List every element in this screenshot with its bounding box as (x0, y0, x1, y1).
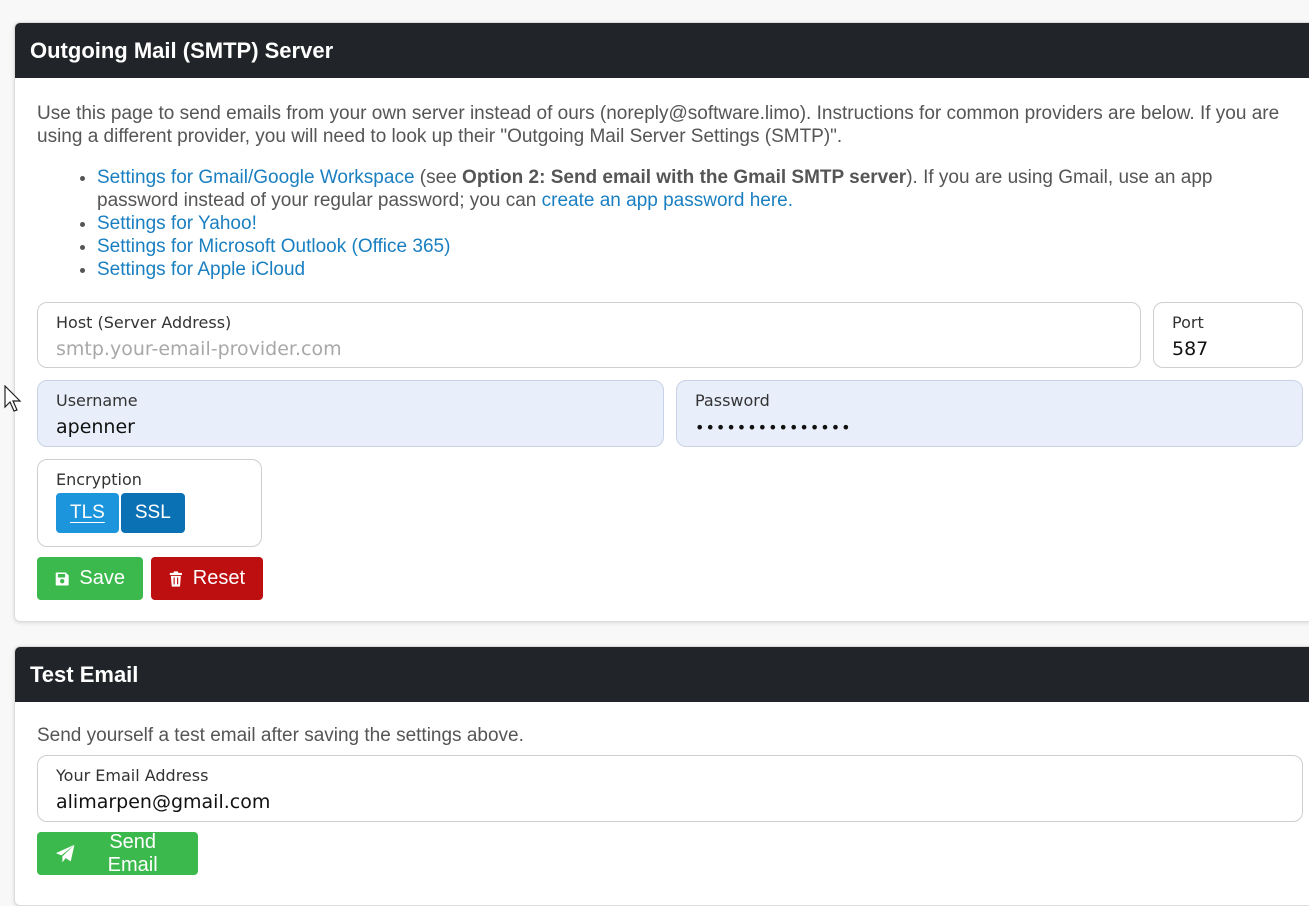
icloud-settings-link[interactable]: Settings for Apple iCloud (97, 259, 305, 280)
floppy-disk-icon (55, 572, 69, 585)
tls-option-button[interactable]: TLS (56, 493, 119, 533)
save-button[interactable]: Save (37, 557, 143, 600)
reset-button[interactable]: Reset (151, 557, 263, 600)
ssl-option-button[interactable]: SSL (120, 493, 185, 533)
test-card-title: Test Email (15, 647, 1309, 702)
smtp-card-body: Use this page to send emails from your o… (15, 78, 1309, 281)
test-email-label: Your Email Address (56, 766, 209, 785)
username-field[interactable]: Username (37, 380, 664, 447)
encryption-field: Encryption TLS SSL (37, 459, 262, 547)
trash-icon (169, 570, 182, 587)
list-item: Settings for Apple iCloud (97, 258, 1257, 281)
gmail-settings-link[interactable]: Settings for Gmail/Google Workspace (97, 167, 415, 188)
send-email-button[interactable]: Send Email (37, 830, 198, 876)
host-field[interactable]: Host (Server Address) (37, 302, 1141, 368)
password-label: Password (695, 391, 770, 410)
host-input[interactable] (56, 337, 1122, 361)
test-card-body: Send yourself a test email after saving … (15, 702, 1309, 747)
gmail-see-text: (see (414, 167, 463, 188)
port-input[interactable] (1172, 337, 1284, 361)
port-label: Port (1172, 313, 1204, 332)
smtp-intro-text: Use this page to send emails from your o… (37, 103, 1280, 147)
test-email-card: Test Email Send yourself a test email af… (14, 646, 1309, 906)
provider-links-list: Settings for Gmail/Google Workspace (see… (37, 166, 1257, 281)
test-email-field[interactable]: Your Email Address (37, 755, 1303, 822)
test-email-input[interactable] (56, 790, 1284, 814)
host-label: Host (Server Address) (56, 313, 232, 332)
smtp-settings-card: Outgoing Mail (SMTP) Server Use this pag… (14, 22, 1309, 622)
mouse-cursor-icon (4, 385, 22, 412)
port-field[interactable]: Port (1153, 302, 1303, 368)
encryption-label: Encryption (56, 470, 142, 489)
test-description: Send yourself a test email after saving … (37, 725, 524, 746)
list-item: Settings for Gmail/Google Workspace (see… (97, 166, 1257, 212)
list-item: Settings for Yahoo! (97, 212, 1257, 235)
password-field[interactable]: Password (676, 380, 1303, 447)
paper-plane-icon (55, 844, 75, 862)
list-item: Settings for Microsoft Outlook (Office 3… (97, 235, 1257, 258)
reset-label: Reset (192, 567, 245, 589)
app-password-link[interactable]: create an app password here. (542, 190, 793, 211)
send-email-label: Send Email (107, 830, 158, 876)
username-input[interactable] (56, 415, 645, 439)
gmail-option-text: Option 2: Send email with the Gmail SMTP… (462, 167, 907, 188)
yahoo-settings-link[interactable]: Settings for Yahoo! (97, 213, 257, 234)
smtp-card-title: Outgoing Mail (SMTP) Server (15, 23, 1309, 78)
password-input[interactable] (695, 415, 1284, 439)
outlook-settings-link[interactable]: Settings for Microsoft Outlook (Office 3… (97, 236, 450, 257)
username-label: Username (56, 391, 138, 410)
encryption-toggle: TLS SSL (56, 493, 243, 533)
save-label: Save (79, 567, 125, 589)
